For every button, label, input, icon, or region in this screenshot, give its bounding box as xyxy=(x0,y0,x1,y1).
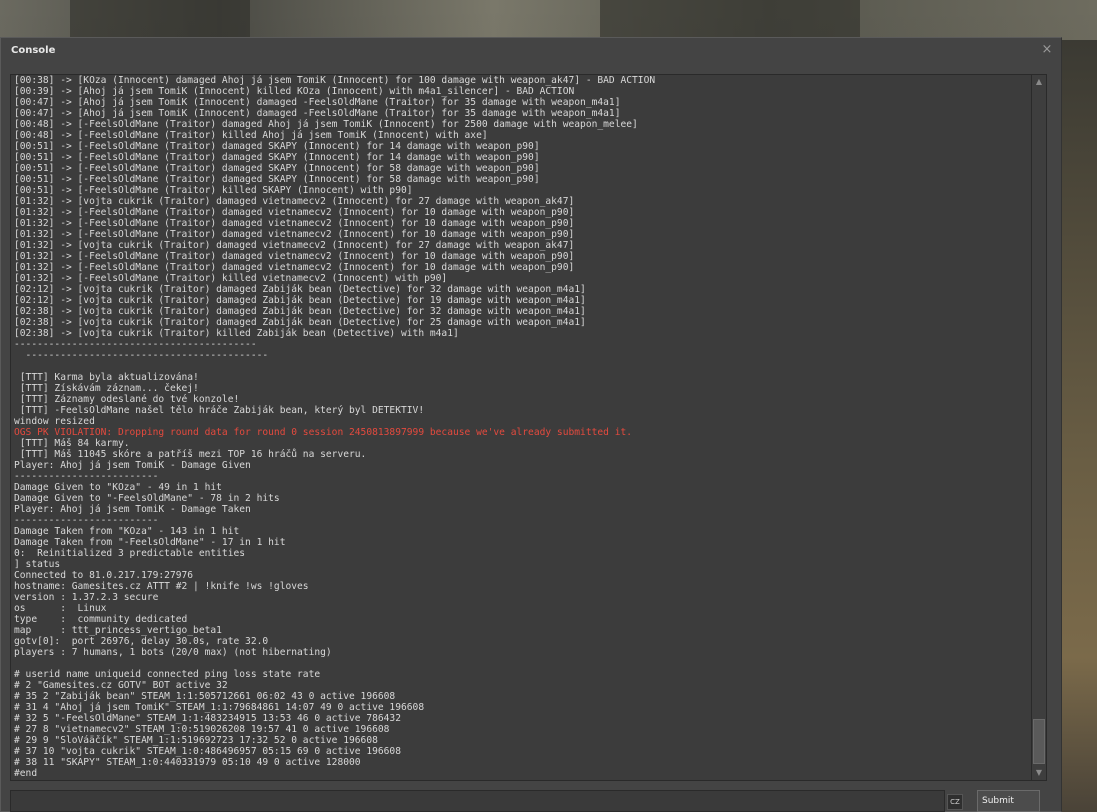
background-detail xyxy=(70,0,250,40)
console-line: # 27 8 "vietnamecv2" STEAM_1:0:519026208… xyxy=(14,724,390,735)
console-line: [TTT] Získávám záznam... čekej! xyxy=(14,383,199,394)
console-line: [00:51] -> [-FeelsOldMane (Traitor) dama… xyxy=(14,141,540,152)
console-line: [02:12] -> [vojta cukrik (Traitor) damag… xyxy=(14,295,586,306)
console-line: [TTT] Karma byla aktualizována! xyxy=(14,372,199,383)
scroll-down-arrow-icon[interactable]: ▼ xyxy=(1032,766,1046,780)
console-line: [01:32] -> [-FeelsOldMane (Traitor) dama… xyxy=(14,251,575,262)
console-line: [00:51] -> [-FeelsOldMane (Traitor) dama… xyxy=(14,152,540,163)
window-title: Console xyxy=(11,45,56,56)
console-line: [00:47] -> [Ahoj já jsem TomiK (Innocent… xyxy=(14,97,621,108)
console-line: ] status xyxy=(14,559,61,570)
console-line: # 35 2 "Zabiják bean" STEAM_1:1:50571266… xyxy=(14,691,396,702)
console-line: ------------------------- xyxy=(14,471,159,482)
console-line: ------------------------- xyxy=(14,515,159,526)
background-edge xyxy=(1061,40,1097,812)
console-line: players : 7 humans, 1 bots (20/0 max) (n… xyxy=(14,647,332,658)
command-input-row: CZ Submit xyxy=(10,790,1060,812)
console-line: type : community dedicated xyxy=(14,614,188,625)
command-input[interactable] xyxy=(10,790,945,812)
console-lines: [00:38] -> [KOza (Innocent) damaged Ahoj… xyxy=(14,75,655,779)
console-line: # 2 "Gamesites.cz GOTV" BOT active 32 xyxy=(14,680,228,691)
console-line: [02:12] -> [vojta cukrik (Traitor) damag… xyxy=(14,284,586,295)
console-line: [TTT] -FeelsOldMane našel tělo hráče Zab… xyxy=(14,405,425,416)
console-output[interactable]: [00:38] -> [KOza (Innocent) damaged Ahoj… xyxy=(10,74,1031,781)
background-detail xyxy=(600,0,860,40)
console-line: [02:38] -> [vojta cukrik (Traitor) kille… xyxy=(14,328,459,339)
console-line: [00:39] -> [Ahoj já jsem TomiK (Innocent… xyxy=(14,86,575,97)
console-line: [TTT] Máš 84 karmy. xyxy=(14,438,130,449)
console-line: # 37 10 "vojta cukrik" STEAM_1:0:4864969… xyxy=(14,746,401,757)
console-line: [00:51] -> [-FeelsOldMane (Traitor) kill… xyxy=(14,185,413,196)
console-line: [01:32] -> [vojta cukrik (Traitor) damag… xyxy=(14,196,575,207)
console-line: [01:32] -> [-FeelsOldMane (Traitor) dama… xyxy=(14,262,575,273)
console-line: hostname: Gamesites.cz ATTT #2 | !knife … xyxy=(14,581,309,592)
console-line: [01:32] -> [vojta cukrik (Traitor) damag… xyxy=(14,240,575,251)
scroll-up-arrow-icon[interactable]: ▲ xyxy=(1032,75,1046,89)
console-line: [02:38] -> [vojta cukrik (Traitor) damag… xyxy=(14,317,586,328)
console-line: [02:38] -> [vojta cukrik (Traitor) damag… xyxy=(14,306,586,317)
console-line: # 31 4 "Ahoj já jsem TomiK" STEAM_1:1:79… xyxy=(14,702,425,713)
console-line: [TTT] Záznamy odeslané do tvé konzole! xyxy=(14,394,240,405)
console-line: [01:32] -> [-FeelsOldMane (Traitor) dama… xyxy=(14,218,575,229)
console-line: Damage Taken from "-FeelsOldMane" - 17 i… xyxy=(14,537,286,548)
console-line: [00:47] -> [Ahoj já jsem TomiK (Innocent… xyxy=(14,108,621,119)
console-line: version : 1.37.2.3 secure xyxy=(14,592,159,603)
console-line: [00:48] -> [-FeelsOldMane (Traitor) kill… xyxy=(14,130,488,141)
console-line: # 38 11 "SKAPY" STEAM_1:0:440331979 05:1… xyxy=(14,757,361,768)
console-line: Player: Ahoj já jsem TomiK - Damage Take… xyxy=(14,504,251,515)
console-line: os : Linux xyxy=(14,603,107,614)
console-error-line: OGS PK VIOLATION: Dropping round data fo… xyxy=(14,427,633,438)
submit-button[interactable]: Submit xyxy=(977,790,1040,812)
console-line: map : ttt_princess_vertigo_beta1 xyxy=(14,625,222,636)
console-line: # userid name uniqueid connected ping lo… xyxy=(14,669,321,680)
console-line: [00:51] -> [-FeelsOldMane (Traitor) dama… xyxy=(14,163,540,174)
language-indicator: CZ xyxy=(947,794,963,810)
console-line: Connected to 81.0.217.179:27976 xyxy=(14,570,194,581)
console-line: #end xyxy=(14,768,38,779)
console-line: [00:51] -> [-FeelsOldMane (Traitor) dama… xyxy=(14,174,540,185)
console-line: Damage Taken from "KOza" - 143 in 1 hit xyxy=(14,526,240,537)
close-icon[interactable]: × xyxy=(1041,43,1053,56)
console-line: Player: Ahoj já jsem TomiK - Damage Give… xyxy=(14,460,251,471)
console-line: [01:32] -> [-FeelsOldMane (Traitor) dama… xyxy=(14,207,575,218)
console-line: [00:38] -> [KOza (Innocent) damaged Ahoj… xyxy=(14,75,656,86)
console-line: ----------------------------------------… xyxy=(14,350,269,361)
title-bar[interactable]: Console × xyxy=(1,38,1061,66)
console-line: [01:32] -> [-FeelsOldMane (Traitor) dama… xyxy=(14,229,575,240)
console-line: window resized xyxy=(14,416,95,427)
vertical-scrollbar[interactable]: ▲ ▼ xyxy=(1031,74,1047,781)
console-line: Damage Given to "KOza" - 49 in 1 hit xyxy=(14,482,222,493)
console-line: # 29 9 "SloVáäčík" STEAM_1:1:519692723 1… xyxy=(14,735,378,746)
console-window: Console × [00:38] -> [KOza (Innocent) da… xyxy=(0,37,1062,812)
scroll-thumb[interactable] xyxy=(1033,719,1045,764)
console-line: [00:48] -> [-FeelsOldMane (Traitor) dama… xyxy=(14,119,638,130)
console-line: gotv[0]: port 26976, delay 30.0s, rate 3… xyxy=(14,636,269,647)
console-line: # 32 5 "-FeelsOldMane" STEAM_1:1:4832349… xyxy=(14,713,401,724)
console-line: 0: Reinitialized 3 predictable entities xyxy=(14,548,246,559)
console-line: Damage Given to "-FeelsOldMane" - 78 in … xyxy=(14,493,280,504)
console-line: [01:32] -> [-FeelsOldMane (Traitor) kill… xyxy=(14,273,448,284)
console-line: ----------------------------------------… xyxy=(14,339,257,350)
console-line: [TTT] Máš 11045 skóre a patříš mezi TOP … xyxy=(14,449,367,460)
